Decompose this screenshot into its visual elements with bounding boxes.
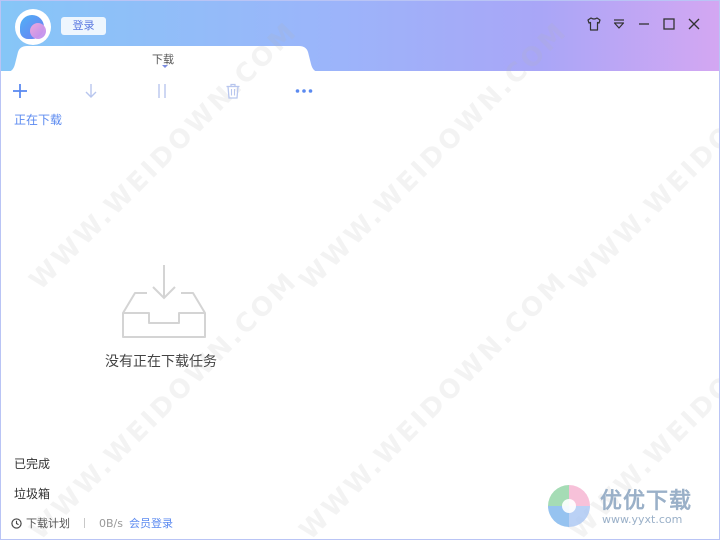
- close-icon: [688, 18, 700, 30]
- menu-dropdown-icon: [613, 19, 625, 29]
- empty-message: 没有正在下载任务: [105, 354, 217, 370]
- login-button[interactable]: 登录: [61, 17, 106, 35]
- more-button[interactable]: [294, 81, 314, 101]
- vip-login-link[interactable]: 会员登录: [129, 515, 173, 531]
- minimize-button[interactable]: [635, 15, 653, 33]
- maximize-button[interactable]: [660, 15, 678, 33]
- pause-icon: [158, 84, 166, 98]
- speed-readout: 0B/s: [99, 516, 123, 530]
- brand-logo: [548, 485, 590, 527]
- title-bar[interactable]: 登录 下载: [1, 1, 719, 72]
- divider: [84, 518, 85, 528]
- close-button[interactable]: [685, 15, 703, 33]
- clock-icon: [11, 517, 22, 529]
- brand-watermark: 优优下载 www.yyxt.com: [546, 481, 706, 531]
- delete-button[interactable]: [223, 81, 243, 101]
- brand-name: 优优下载: [600, 489, 693, 514]
- maximize-icon: [663, 18, 675, 30]
- skin-button[interactable]: [585, 15, 603, 33]
- add-icon: [13, 84, 27, 98]
- app-window: 登录 下载 WWW.WEIDOWN.COM WWW.WEIDOWN.COM WW…: [0, 0, 720, 540]
- more-icon: [295, 89, 313, 93]
- download-arrow-icon: [85, 84, 97, 98]
- watermark-text: WWW.WEIDOWN.COM: [293, 266, 574, 540]
- pause-button[interactable]: [152, 81, 172, 101]
- status-bar: 下载计划 0B/s 会员登录: [11, 515, 173, 531]
- menu-button[interactable]: [610, 15, 628, 33]
- chevron-down-icon: [162, 65, 168, 68]
- minimize-icon: [639, 23, 649, 25]
- start-button[interactable]: [81, 81, 101, 101]
- sidebar-item-completed[interactable]: 已完成: [14, 455, 50, 472]
- new-task-button[interactable]: [10, 81, 30, 101]
- sidebar-item-downloading[interactable]: 正在下载: [14, 111, 62, 128]
- sidebar-item-trash[interactable]: 垃圾箱: [14, 485, 50, 502]
- delete-icon: [226, 83, 240, 99]
- download-schedule-link[interactable]: 下载计划: [26, 515, 70, 531]
- brand-url: www.yyxt.com: [602, 513, 683, 526]
- app-logo: [15, 9, 51, 45]
- tshirt-icon: [587, 17, 601, 31]
- empty-inbox-icon: [119, 263, 209, 343]
